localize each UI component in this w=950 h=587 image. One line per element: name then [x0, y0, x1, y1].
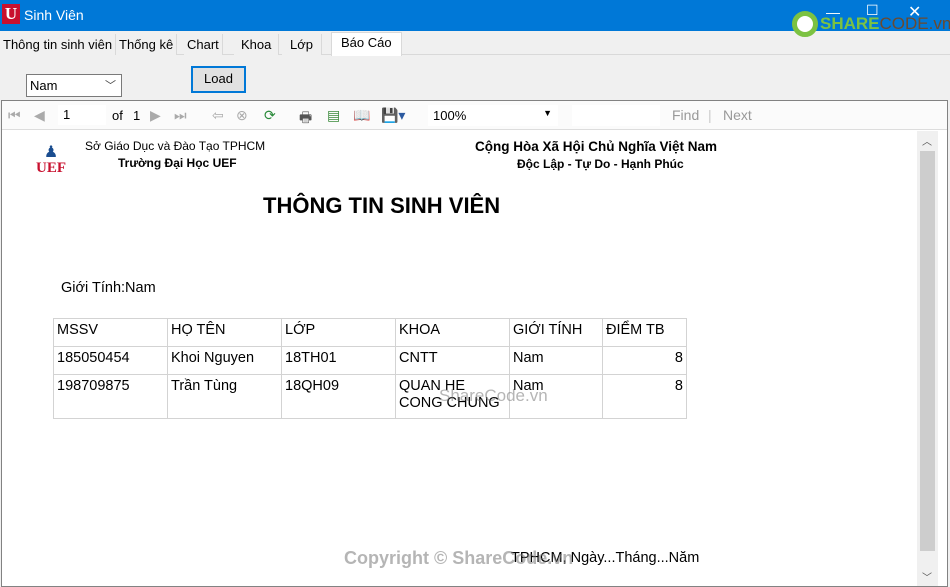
cell-diem-tb: 8	[602, 346, 687, 375]
zoom-value: 100%	[433, 108, 467, 123]
header-diem-tb: ĐIỂM TB	[602, 318, 687, 347]
org-line1: Sở Giáo Dục và Đào Tạo TPHCM	[85, 139, 266, 153]
cell-gioi-tinh: Nam	[509, 346, 603, 375]
scroll-down-icon[interactable]: ﹀	[922, 569, 932, 584]
table-row: 185050454 Khoi Nguyen 18TH01 CNTT Nam 8	[53, 346, 687, 375]
header-lop: LỚP	[281, 318, 396, 347]
cell-mssv: 198709875	[53, 374, 168, 419]
title-bar: U Sinh Viên — ☐ ✕ SHARE CODE.vn	[0, 0, 950, 37]
load-button[interactable]: Load	[191, 66, 246, 93]
scroll-up-icon[interactable]: ︿	[922, 133, 932, 148]
org-line2: Trường Đại Học UEF	[118, 156, 237, 170]
separator: |	[708, 107, 712, 123]
header-gioi-tinh: GIỚI TÍNH	[509, 318, 603, 347]
report-title: THÔNG TIN SINH VIÊN	[263, 193, 501, 218]
report-viewer: ⏮ ◀ 1 of 1 ▶ ⏭ ⇦ ⊗ ⟳ 🖶 ▤ 📖 💾▾ 100% ▼ Fin…	[1, 100, 948, 587]
back-icon[interactable]: ⇦	[212, 107, 224, 124]
copyright-watermark: Copyright © ShareCode.vn	[344, 548, 574, 568]
gender-label: Giới Tính:Nam	[61, 280, 156, 296]
tab-bar: Thông tin sinh viên Thống kê Chart Khoa …	[0, 32, 950, 56]
student-table: MSSV HỌ TÊN LỚP KHOA GIỚI TÍNH ĐIỂM TB 1…	[53, 318, 687, 419]
last-page-icon[interactable]: ⏭	[174, 107, 187, 124]
gender-select[interactable]: Nam ﹀	[26, 74, 122, 97]
of-label: of	[112, 108, 123, 123]
print-icon[interactable]: 🖶	[299, 107, 312, 131]
tab-bao-cao[interactable]: Báo Cáo	[331, 32, 402, 56]
vertical-scrollbar[interactable]: ︿ ﹀	[917, 131, 938, 586]
cell-ho-ten: Khoi Nguyen	[167, 346, 282, 375]
next-button[interactable]: Next	[723, 107, 752, 123]
cell-lop: 18QH09	[281, 374, 396, 419]
tab-thong-tin-sinh-vien[interactable]: Thông tin sinh viên	[0, 34, 117, 55]
app-icon: U	[2, 4, 20, 24]
print-layout-icon[interactable]: ▤	[327, 107, 340, 124]
cell-khoa: CNTT	[395, 346, 510, 375]
report-toolbar: ⏮ ◀ 1 of 1 ▶ ⏭ ⇦ ⊗ ⟳ 🖶 ▤ 📖 💾▾ 100% ▼ Fin…	[2, 101, 947, 130]
table-header-row: MSSV HỌ TÊN LỚP KHOA GIỚI TÍNH ĐIỂM TB	[53, 318, 687, 347]
header-khoa: KHOA	[395, 318, 510, 347]
table-row: 198709875 Trần Tùng 18QH09 QUAN HE CONG …	[53, 374, 687, 419]
window-title: Sinh Viên	[24, 7, 84, 23]
dropdown-arrow-icon: ▼	[543, 108, 552, 118]
center-watermark: ShareCode.vn	[439, 386, 548, 405]
cell-diem-tb: 8	[602, 374, 687, 419]
report-page: ♟ UEF Sở Giáo Dục và Đào Tạo TPHCM Trườn…	[2, 131, 917, 586]
nation-line1: Cộng Hòa Xã Hội Chủ Nghĩa Việt Nam	[475, 139, 718, 154]
cell-lop: 18TH01	[281, 346, 396, 375]
zoom-select[interactable]: 100% ▼	[428, 105, 558, 126]
cell-ho-ten: Trần Tùng	[167, 374, 282, 419]
next-page-icon[interactable]: ▶	[150, 107, 161, 124]
header-mssv: MSSV	[53, 318, 168, 347]
previous-page-icon[interactable]: ◀	[34, 107, 45, 124]
first-page-icon[interactable]: ⏮	[8, 107, 21, 124]
export-icon[interactable]: 💾▾	[381, 107, 405, 124]
stop-icon[interactable]: ⊗	[236, 107, 248, 124]
tab-khoa[interactable]: Khoa	[234, 34, 280, 55]
tab-lop[interactable]: Lớp	[282, 34, 322, 55]
page-setup-icon[interactable]: 📖	[353, 107, 370, 124]
cell-mssv: 185050454	[53, 346, 168, 375]
tab-thong-ke[interactable]: Thống kê	[116, 34, 178, 55]
find-button[interactable]: Find	[672, 107, 699, 123]
page-number-input[interactable]: 1	[58, 105, 106, 125]
header-ho-ten: HỌ TÊN	[167, 318, 282, 347]
scrollbar-thumb[interactable]	[920, 151, 935, 551]
total-pages: 1	[133, 108, 141, 123]
chevron-down-icon: ﹀	[105, 80, 116, 92]
nation-line2: Độc Lập - Tự Do - Hạnh Phúc	[517, 157, 684, 171]
tab-chart[interactable]: Chart	[184, 34, 223, 55]
gender-select-value: Nam	[30, 78, 58, 93]
uef-logo: ♟ UEF	[36, 144, 66, 176]
find-input[interactable]	[572, 105, 660, 126]
refresh-icon[interactable]: ⟳	[264, 107, 276, 124]
